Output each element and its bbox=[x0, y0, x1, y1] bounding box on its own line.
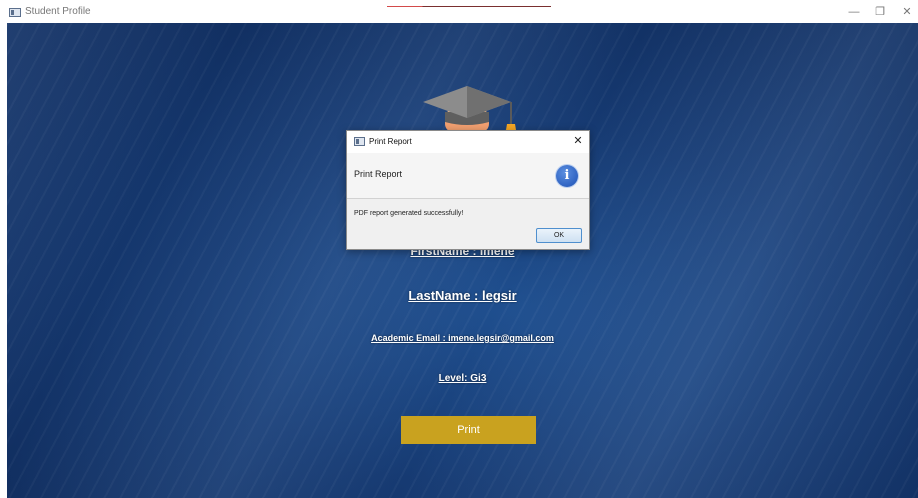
print-button[interactable]: Print bbox=[401, 416, 536, 444]
info-icon: i bbox=[556, 165, 578, 187]
ok-button[interactable]: OK bbox=[536, 228, 582, 243]
restore-button[interactable]: ❐ bbox=[872, 4, 888, 20]
academic-email-label: Academic Email : imene.legsir@gmail.com bbox=[371, 333, 554, 343]
dialog-header: Print Report i bbox=[347, 153, 589, 199]
print-report-dialog: Print Report ✕ Print Report i PDF report… bbox=[346, 130, 590, 250]
titlebar-accent-line bbox=[387, 6, 551, 7]
window-close-button[interactable]: ✕ bbox=[899, 4, 915, 20]
dialog-heading: Print Report bbox=[354, 169, 403, 179]
window-titlebar: Student Profile — ❐ ✕ bbox=[0, 0, 918, 23]
dialog-title: Print Report bbox=[369, 137, 412, 146]
level-label: Level: Gi3 bbox=[438, 373, 487, 384]
dialog-titlebar: Print Report ✕ bbox=[347, 131, 589, 153]
last-name-label: LastName : legsir bbox=[408, 288, 517, 303]
minimize-button[interactable]: — bbox=[846, 4, 862, 20]
dialog-close-button[interactable]: ✕ bbox=[571, 134, 585, 148]
dialog-app-icon bbox=[354, 137, 365, 146]
window-title: Student Profile bbox=[25, 6, 91, 17]
profile-panel: FirstName : imene LastName : legsir Acad… bbox=[7, 23, 918, 498]
app-icon bbox=[9, 8, 21, 17]
dialog-message: PDF report generated successfully! bbox=[354, 210, 464, 217]
